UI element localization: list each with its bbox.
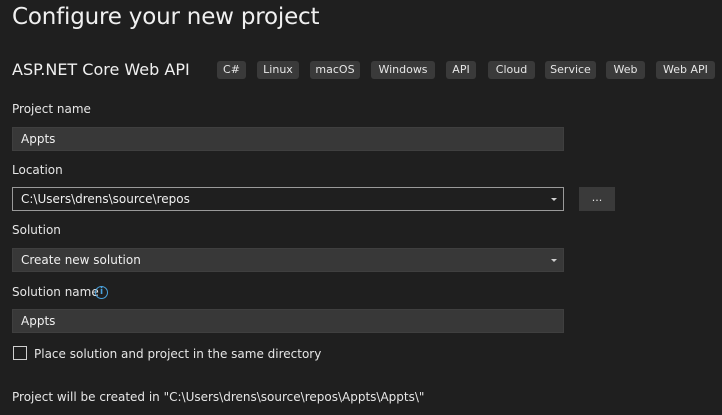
solution-name-label: Solution name	[12, 285, 99, 299]
tag: Linux	[257, 61, 299, 79]
project-name-label: Project name	[12, 102, 91, 116]
template-name: ASP.NET Core Web API	[12, 60, 190, 79]
solution-label: Solution	[12, 223, 61, 237]
tag: Service	[545, 61, 596, 79]
tag: Web	[606, 61, 645, 79]
tag: C#	[217, 61, 246, 79]
tag: macOS	[310, 61, 360, 79]
location-combobox[interactable]: C:\Users\drens\source\repos	[12, 187, 564, 211]
solution-name-value: Appts	[21, 314, 56, 328]
tag: Windows	[371, 61, 435, 79]
solution-dropdown[interactable]: Create new solution	[12, 248, 564, 272]
page-title: Configure your new project	[12, 4, 320, 30]
project-name-value: Appts	[21, 132, 56, 146]
location-label: Location	[12, 163, 63, 177]
chevron-down-icon[interactable]	[551, 259, 557, 262]
project-path-summary: Project will be created in "C:\Users\dre…	[12, 390, 425, 404]
location-value: C:\Users\drens\source\repos	[21, 192, 190, 206]
tag: Cloud	[488, 61, 535, 79]
tag: API	[446, 61, 476, 79]
same-directory-checkbox[interactable]	[13, 346, 27, 360]
solution-value: Create new solution	[21, 253, 141, 267]
tag: Web API	[656, 61, 715, 79]
project-name-input[interactable]: Appts	[12, 127, 564, 151]
chevron-down-icon[interactable]	[551, 198, 557, 201]
browse-button[interactable]: ...	[579, 187, 615, 211]
same-directory-label[interactable]: Place solution and project in the same d…	[34, 347, 321, 361]
solution-name-input[interactable]: Appts	[12, 309, 564, 333]
info-icon[interactable]: i	[95, 286, 108, 299]
